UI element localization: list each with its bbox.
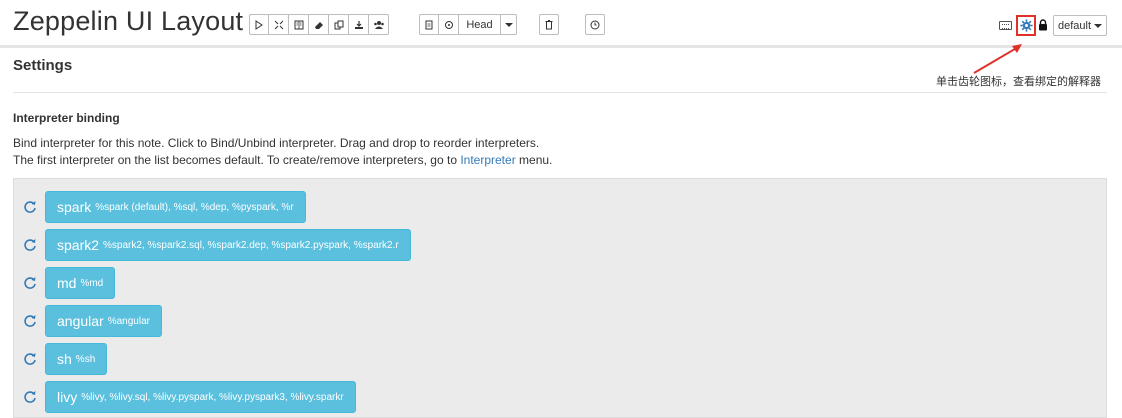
target-icon — [444, 20, 453, 29]
refresh-icon[interactable] — [23, 200, 37, 214]
binding-help-line-1: Bind interpreter for this note. Click to… — [13, 136, 540, 150]
binding-help-line-2: The first interpreter on the list become… — [13, 153, 552, 167]
interpreter-aliases: %sh — [75, 353, 96, 365]
delete-note-button[interactable] — [539, 14, 559, 35]
chevron-down-icon — [504, 22, 513, 27]
export-note-button[interactable] — [349, 14, 369, 35]
gear-icon — [1019, 19, 1033, 32]
lock-icon[interactable] — [1038, 19, 1048, 31]
interpreter-settings-button[interactable] — [1016, 15, 1036, 36]
interpreter-binding-button[interactable]: livy %livy, %livy.sql, %livy.pyspark, %l… — [45, 381, 356, 413]
keyboard-icon[interactable] — [999, 21, 1012, 30]
interpreter-binding-button[interactable]: angular %angular — [45, 305, 162, 337]
version-control-group: Head — [419, 14, 517, 35]
book-icon — [294, 20, 303, 29]
eraser-icon — [314, 21, 323, 29]
users-icon — [373, 20, 384, 29]
interpreter-aliases: %angular — [107, 315, 150, 327]
interpreter-binding-button[interactable]: sh %sh — [45, 343, 108, 375]
help-line-2-suffix: menu. — [515, 153, 553, 167]
interpreter-binding-button[interactable]: spark %spark (default), %sql, %dep, %pys… — [45, 191, 306, 223]
interpreter-binding-button[interactable]: spark2 %spark2, %spark2.sql, %spark2.dep… — [45, 229, 411, 261]
scheduler-group — [585, 14, 605, 35]
note-header: Zeppelin UI Layout Head default — [0, 0, 1122, 48]
interpreter-name: md — [57, 275, 77, 291]
interpreter-name: livy — [57, 389, 78, 405]
interpreter-name: spark — [57, 199, 92, 215]
interpreter-list-panel: spark %spark (default), %sql, %dep, %pys… — [13, 178, 1107, 418]
interpreter-aliases: %spark (default), %sql, %dep, %pyspark, … — [95, 201, 294, 213]
interpreter-menu-link[interactable]: Interpreter — [460, 153, 515, 167]
note-title[interactable]: Zeppelin UI Layout — [13, 6, 243, 37]
interpreter-aliases: %livy, %livy.sql, %livy.pyspark, %livy.p… — [81, 391, 344, 403]
collaborate-button[interactable] — [369, 14, 389, 35]
interpreter-aliases: %spark2, %spark2.sql, %spark2.dep, %spar… — [103, 239, 399, 251]
help-line-2-prefix: The first interpreter on the list become… — [13, 153, 461, 167]
clone-note-button[interactable] — [329, 14, 349, 35]
file-icon — [425, 20, 433, 29]
refresh-icon[interactable] — [23, 276, 37, 290]
interpreter-aliases: %md — [80, 277, 104, 289]
refresh-icon[interactable] — [23, 314, 37, 328]
revision-dropdown-toggle[interactable] — [501, 14, 517, 35]
clock-icon — [590, 20, 600, 29]
download-icon — [354, 20, 363, 29]
interpreter-binding-title: Interpreter binding — [13, 111, 120, 125]
settings-divider — [13, 92, 1107, 93]
copy-icon — [334, 20, 343, 29]
annotation-arrow-icon — [973, 44, 1022, 74]
interpreter-name: spark2 — [57, 237, 100, 253]
annotation-text: 单击齿轮图标，查看绑定的解释器 — [936, 75, 1101, 88]
default-label: default — [1057, 19, 1092, 32]
play-icon — [255, 19, 263, 30]
refresh-icon[interactable] — [23, 352, 37, 366]
trash-icon — [545, 20, 553, 30]
revision-head-button[interactable]: Head — [459, 14, 501, 35]
clear-output-button[interactable] — [309, 14, 329, 35]
refresh-icon[interactable] — [23, 238, 37, 252]
interpreter-name: angular — [57, 313, 104, 329]
hide-output-button[interactable] — [289, 14, 309, 35]
refresh-icon[interactable] — [23, 390, 37, 404]
settings-title: Settings — [13, 57, 73, 74]
chevron-down-icon — [1094, 23, 1103, 28]
interpreter-binding-button[interactable]: md %md — [45, 267, 116, 299]
note-action-group — [249, 14, 389, 35]
hide-code-button[interactable] — [269, 14, 289, 35]
run-all-button[interactable] — [249, 14, 269, 35]
set-revision-button[interactable] — [439, 14, 459, 35]
note-permissions-dropdown[interactable]: default — [1053, 15, 1107, 36]
trash-group — [539, 14, 559, 35]
scheduler-button[interactable] — [585, 14, 605, 35]
interpreter-name: sh — [57, 351, 72, 367]
commit-button[interactable] — [419, 14, 439, 35]
collapse-icon — [274, 20, 283, 29]
